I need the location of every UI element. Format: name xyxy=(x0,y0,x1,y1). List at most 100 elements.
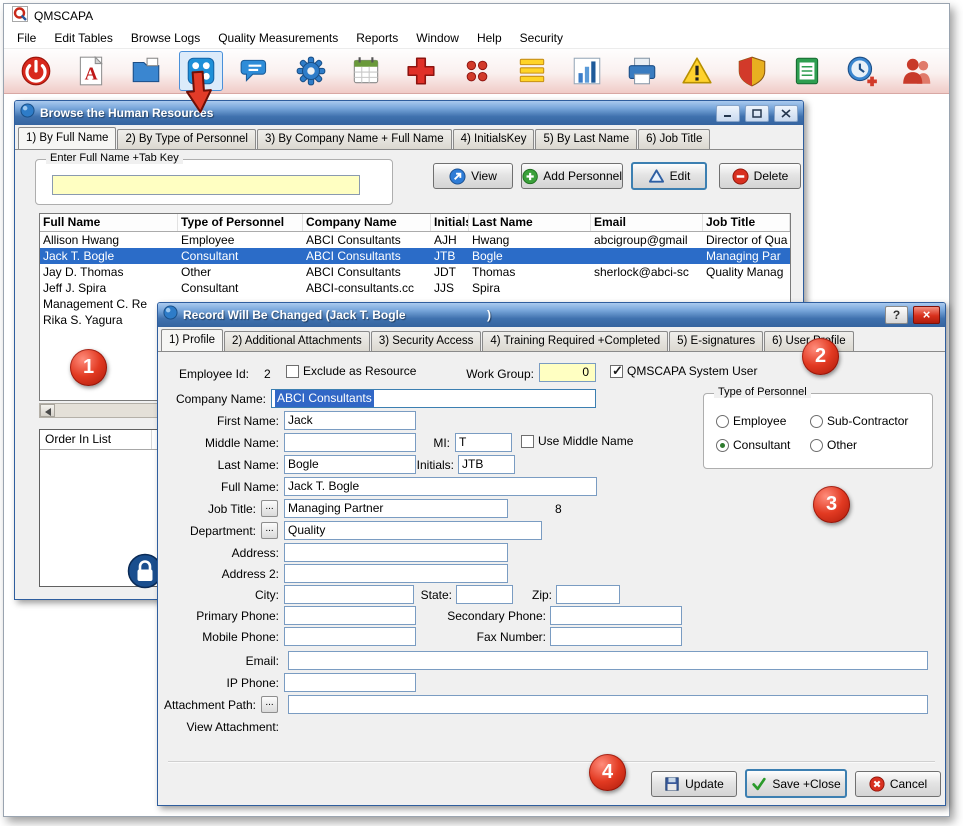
tab-by-last-name[interactable]: 5) By Last Name xyxy=(535,129,637,149)
qmscapa-system-user-checkbox[interactable]: QMSCAPA System User xyxy=(610,364,757,378)
tab-by-type-of-personnel[interactable]: 2) By Type of Personnel xyxy=(117,129,256,149)
city-field[interactable] xyxy=(284,585,414,604)
tab-additional-attachments[interactable]: 2) Additional Attachments xyxy=(224,331,370,351)
department-lookup-button[interactable]: ... xyxy=(261,522,278,539)
col-email[interactable]: Email xyxy=(591,214,703,231)
address-field[interactable] xyxy=(284,543,508,562)
tab-by-full-name[interactable]: 1) By Full Name xyxy=(18,127,116,149)
exclude-as-resource-checkbox[interactable]: Exclude as Resource xyxy=(286,364,416,378)
first-name-field[interactable]: Jack xyxy=(284,411,416,430)
menu-reports[interactable]: Reports xyxy=(347,28,407,48)
save-close-button[interactable]: Save +Close xyxy=(745,769,847,798)
table-row[interactable]: Jeff J. Spira Consultant ABCI-consultant… xyxy=(40,280,790,296)
delete-button[interactable]: Delete xyxy=(719,163,801,189)
tab-e-signatures[interactable]: 5) E-signatures xyxy=(669,331,763,351)
pdf-document-icon[interactable]: A xyxy=(69,51,113,91)
view-button[interactable]: View xyxy=(433,163,513,189)
zip-field[interactable] xyxy=(556,585,620,604)
cell: Hwang xyxy=(469,232,591,248)
edit-button[interactable]: Edit xyxy=(631,162,707,190)
tab-job-title[interactable]: 6) Job Title xyxy=(638,129,710,149)
radio-other[interactable]: Other xyxy=(810,438,857,452)
fax-number-field[interactable] xyxy=(550,627,682,646)
col-initials[interactable]: Initials xyxy=(431,214,469,231)
medical-cross-icon[interactable] xyxy=(399,51,443,91)
power-icon[interactable] xyxy=(14,51,58,91)
col-full-name[interactable]: Full Name xyxy=(40,214,178,231)
use-middle-name-checkbox[interactable]: Use Middle Name xyxy=(521,434,633,448)
email-field[interactable] xyxy=(288,651,928,670)
col-type-of-personnel[interactable]: Type of Personnel xyxy=(178,214,303,231)
scroll-left-arrow[interactable] xyxy=(40,404,55,417)
checklist-icon[interactable] xyxy=(785,51,829,91)
full-name-search-input[interactable] xyxy=(52,175,360,195)
cell: ABCI-consultants.cc xyxy=(303,280,431,296)
radio-sub-contractor[interactable]: Sub-Contractor xyxy=(810,414,908,428)
help-button[interactable]: ? xyxy=(885,306,908,324)
maximize-button[interactable] xyxy=(745,105,769,122)
clock-add-icon[interactable] xyxy=(840,51,884,91)
full-name-field[interactable]: Jack T. Bogle xyxy=(284,477,597,496)
cell xyxy=(591,248,703,264)
chat-icon[interactable] xyxy=(234,51,278,91)
tab-training-required[interactable]: 4) Training Required +Completed xyxy=(482,331,668,351)
tab-profile[interactable]: 1) Profile xyxy=(161,329,223,351)
job-title-lookup-button[interactable]: ... xyxy=(261,500,278,517)
job-title-field[interactable]: Managing Partner xyxy=(284,499,508,518)
address2-field[interactable] xyxy=(284,564,508,583)
close-dialog-button[interactable]: × xyxy=(913,306,940,324)
minimize-button[interactable] xyxy=(716,105,740,122)
col-job-title[interactable]: Job Title xyxy=(703,214,790,231)
col-last-name[interactable]: Last Name xyxy=(469,214,591,231)
table-row-selected[interactable]: Jack T. Bogle Consultant ABCI Consultant… xyxy=(40,248,790,264)
close-button[interactable] xyxy=(774,105,798,122)
menu-browse-logs[interactable]: Browse Logs xyxy=(122,28,209,48)
update-button[interactable]: Update xyxy=(651,771,737,797)
col-order-in-list[interactable]: Order In List xyxy=(40,430,152,449)
secondary-phone-field[interactable] xyxy=(550,606,682,625)
tab-initialskey[interactable]: 4) InitialsKey xyxy=(453,129,535,149)
calendar-icon[interactable] xyxy=(344,51,388,91)
list-icon[interactable] xyxy=(510,51,554,91)
mi-field[interactable]: T xyxy=(455,433,512,452)
last-name-field[interactable]: Bogle xyxy=(284,455,416,474)
menu-security[interactable]: Security xyxy=(511,28,572,48)
personnel-group-icon[interactable] xyxy=(895,51,939,91)
shield-icon[interactable] xyxy=(730,51,774,91)
attachment-path-field[interactable] xyxy=(288,695,928,714)
middle-name-field[interactable] xyxy=(284,433,416,452)
gear-icon[interactable] xyxy=(289,51,333,91)
menu-help[interactable]: Help xyxy=(468,28,511,48)
mobile-phone-field[interactable] xyxy=(284,627,416,646)
tab-security-access[interactable]: 3) Security Access xyxy=(371,331,482,351)
primary-phone-field[interactable] xyxy=(284,606,416,625)
menu-quality-measurements[interactable]: Quality Measurements xyxy=(209,28,347,48)
work-group-field[interactable]: 0 xyxy=(539,363,596,382)
menu-window[interactable]: Window xyxy=(407,28,468,48)
company-name-field[interactable]: ABCI Consultants xyxy=(271,389,596,408)
attachment-path-lookup-button[interactable]: ... xyxy=(261,696,278,713)
radio-consultant[interactable]: Consultant xyxy=(716,438,790,452)
ip-phone-field[interactable] xyxy=(284,673,416,692)
warning-icon[interactable] xyxy=(675,51,719,91)
record-dialog-titlebar[interactable]: Record Will Be Changed (Jack T. Bogle ) … xyxy=(158,303,945,327)
bar-chart-icon[interactable] xyxy=(565,51,609,91)
table-row[interactable]: Jay D. Thomas Other ABCI Consultants JDT… xyxy=(40,264,790,280)
state-field[interactable] xyxy=(456,585,513,604)
cancel-button[interactable]: Cancel xyxy=(855,771,941,797)
tab-by-company-name[interactable]: 3) By Company Name + Full Name xyxy=(257,129,452,149)
browse-window-titlebar[interactable]: Browse the Human Resources xyxy=(15,101,803,125)
printer-icon[interactable] xyxy=(620,51,664,91)
menu-file[interactable]: File xyxy=(8,28,45,48)
menu-edit-tables[interactable]: Edit Tables xyxy=(45,28,121,48)
table-row[interactable]: Allison Hwang Employee ABCI Consultants … xyxy=(40,232,790,248)
col-company-name[interactable]: Company Name xyxy=(303,214,431,231)
add-personnel-button[interactable]: Add Personnel xyxy=(521,163,623,189)
work-group-label: Work Group: xyxy=(460,367,534,381)
app-titlebar[interactable]: QMSCAPA xyxy=(4,4,949,28)
initials-field[interactable]: JTB xyxy=(458,455,515,474)
department-field[interactable]: Quality xyxy=(284,521,542,540)
dots-icon[interactable] xyxy=(455,51,499,91)
radio-employee[interactable]: Employee xyxy=(716,414,786,428)
folder-icon[interactable] xyxy=(124,51,168,91)
